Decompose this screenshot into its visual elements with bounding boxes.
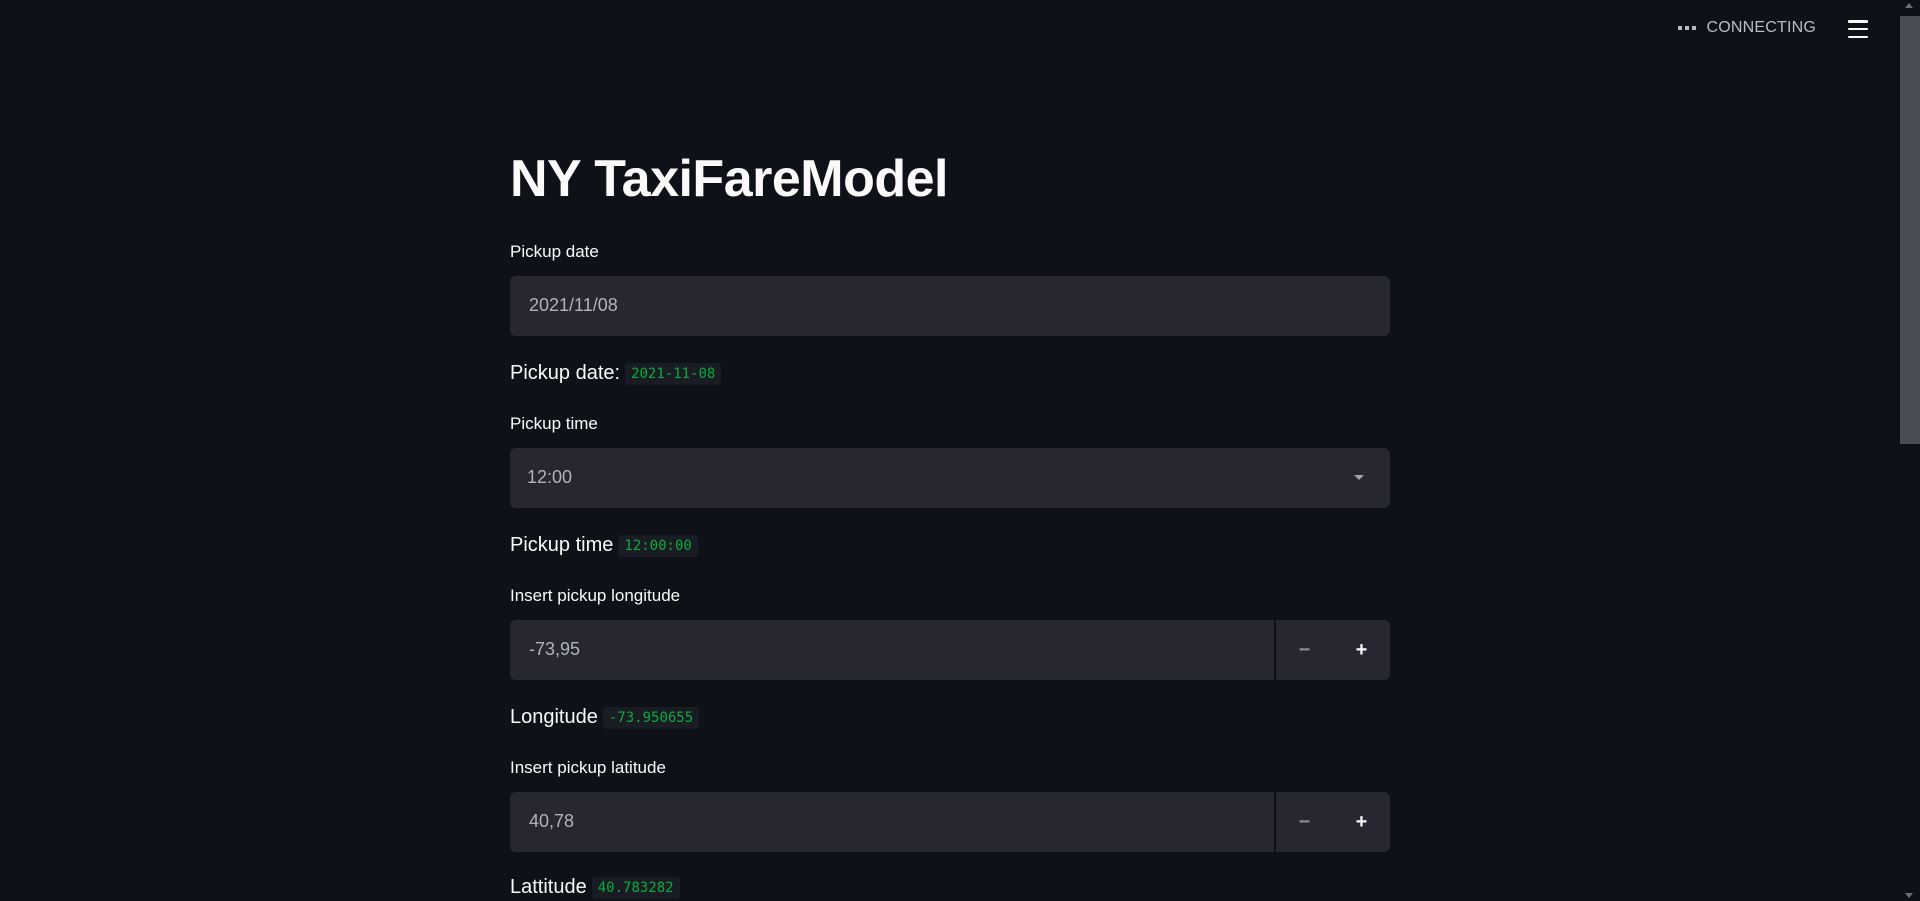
pickup-time-output-label: Pickup time <box>510 534 614 556</box>
hamburger-menu-icon[interactable] <box>1848 20 1868 38</box>
scroll-up-icon[interactable] <box>1905 3 1913 8</box>
pickup-date-label: Pickup date <box>510 242 599 261</box>
pickup-time-value: 12:00 <box>527 467 573 487</box>
latitude-output-label: Lattitude <box>510 876 587 898</box>
longitude-label: Insert pickup longitude <box>510 586 681 605</box>
page-scrollbar[interactable] <box>1898 0 1920 901</box>
latitude-output-value: 40.783282 <box>591 876 680 899</box>
pickup-date-input[interactable]: 2021/11/08 <box>510 276 1390 336</box>
pickup-time-select[interactable]: 12:00 <box>510 448 1390 508</box>
longitude-output-value: -73.950655 <box>602 706 700 729</box>
connecting-dots-icon <box>1678 26 1697 30</box>
pickup-date-output-value: 2021-11-08 <box>625 362 722 385</box>
pickup-date-output-label: Pickup date: <box>510 362 621 384</box>
latitude-stepper: − + <box>1274 792 1390 852</box>
connection-status-label: CONNECTING <box>1706 19 1816 36</box>
pickup-time-output: Pickup time 12:00:00 <box>510 534 698 557</box>
connection-status: CONNECTING <box>1678 19 1816 37</box>
page-title: NY TaxiFareModel <box>510 150 949 208</box>
top-bar: CONNECTING <box>0 0 1898 60</box>
pickup-time-output-value: 12:00:00 <box>618 534 698 557</box>
scrollbar-thumb[interactable] <box>1900 16 1920 444</box>
longitude-decrement-button[interactable]: − <box>1276 620 1333 680</box>
latitude-decrement-button[interactable]: − <box>1276 792 1333 852</box>
latitude-number-input[interactable]: 40,78 − + <box>510 792 1390 852</box>
longitude-number-input[interactable]: -73,95 − + <box>510 620 1390 680</box>
latitude-label: Insert pickup latitude <box>510 758 666 777</box>
longitude-output: Longitude -73.950655 <box>510 706 700 729</box>
pickup-date-output: Pickup date: 2021-11-08 <box>510 362 722 385</box>
longitude-stepper: − + <box>1274 620 1390 680</box>
chevron-down-icon[interactable] <box>1354 475 1364 480</box>
latitude-increment-button[interactable]: + <box>1333 792 1390 852</box>
latitude-output: Lattitude 40.783282 <box>510 876 680 899</box>
latitude-value: 40,78 <box>529 811 575 831</box>
pickup-date-value: 2021/11/08 <box>529 295 618 315</box>
longitude-value: -73,95 <box>529 639 581 659</box>
pickup-time-label: Pickup time <box>510 414 598 433</box>
scroll-down-icon[interactable] <box>1905 893 1913 898</box>
longitude-output-label: Longitude <box>510 706 598 728</box>
longitude-increment-button[interactable]: + <box>1333 620 1390 680</box>
